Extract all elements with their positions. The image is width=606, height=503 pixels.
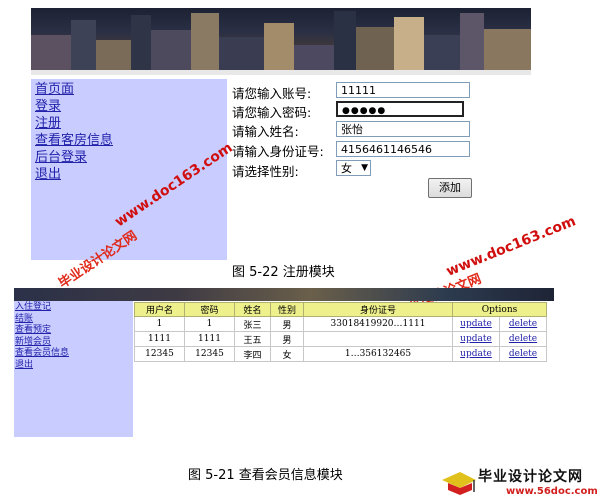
password-field[interactable]: ●●●●● — [336, 101, 464, 117]
cell-username: 1111 — [134, 331, 185, 347]
cell-password: 12345 — [184, 346, 235, 362]
sidebar-item-reservations[interactable]: 查看预定 — [15, 325, 133, 337]
sidebar-item-view-members[interactable]: 查看会员信息 — [15, 348, 133, 360]
figure-caption-register: 图 5-22 注册模块 — [232, 265, 335, 280]
gender-select[interactable]: 女 ▼ — [336, 160, 371, 176]
cell-delete: delete — [499, 346, 547, 362]
sidebar-item-checkin[interactable]: 入住登记 — [15, 302, 133, 314]
cell-id-number: 1…356132465 — [303, 346, 453, 362]
cell-username: 1 — [134, 316, 185, 332]
table-row: 12345 12345 李四 女 1…356132465 update dele… — [134, 346, 547, 362]
cell-id-number: 33018419920…1111 — [303, 316, 453, 332]
watermark-url: www.doc163.com — [444, 213, 578, 280]
register-header-banner — [31, 8, 531, 75]
cell-name: 王五 — [234, 331, 271, 347]
account-field[interactable]: 11111 — [336, 82, 470, 98]
sidebar-item-add-member[interactable]: 新增会员 — [15, 337, 133, 349]
cell-update: update — [452, 316, 500, 332]
name-label: 请输入姓名: — [232, 124, 299, 139]
cell-name: 李四 — [234, 346, 271, 362]
column-header-name: 姓名 — [234, 302, 271, 317]
update-link[interactable]: update — [460, 334, 492, 344]
watermark-en: www.doc163.com — [444, 213, 579, 280]
cell-name: 张三 — [234, 316, 271, 332]
member-table: 用户名 密码 姓名 性别 身份证号 Options 1 1 张三 男 33018… — [134, 302, 547, 362]
password-label: 请您输入密码: — [232, 105, 312, 120]
cell-delete: delete — [499, 331, 547, 347]
chevron-down-icon: ▼ — [361, 163, 368, 173]
cell-password: 1 — [184, 316, 235, 332]
column-header-password: 密码 — [184, 302, 235, 317]
site-logo: 毕业设计论文网 www.56doc.com — [438, 466, 600, 500]
gender-select-value: 女 — [341, 162, 352, 175]
add-button[interactable]: 添加 — [428, 178, 472, 198]
table-row: 1111 1111 王五 男 update delete — [134, 331, 547, 347]
name-field[interactable]: 张怡 — [336, 121, 470, 137]
graduation-cap-icon — [442, 472, 476, 495]
table-row: 1 1 张三 男 33018419920…1111 update delete — [134, 316, 547, 332]
gender-label: 请选择性别: — [232, 164, 299, 179]
cell-username: 12345 — [134, 346, 185, 362]
update-link[interactable]: update — [460, 349, 492, 359]
account-label: 请您输入账号: — [232, 86, 312, 101]
cell-gender: 男 — [270, 316, 304, 332]
cell-delete: delete — [499, 316, 547, 332]
sidebar-item-register[interactable]: 注册 — [35, 115, 227, 132]
column-header-id-number: 身份证号 — [303, 302, 453, 317]
table-header-row: 用户名 密码 姓名 性别 身份证号 Options — [134, 302, 547, 317]
delete-link[interactable]: delete — [509, 334, 537, 344]
cell-update: update — [452, 331, 500, 347]
member-header-banner — [14, 288, 554, 301]
sidebar-item-checkout[interactable]: 结账 — [15, 314, 133, 326]
sidebar-item-home[interactable]: 首页面 — [35, 81, 227, 98]
column-header-options: Options — [452, 302, 547, 317]
cell-gender: 男 — [270, 331, 304, 347]
cell-update: update — [452, 346, 500, 362]
sidebar-item-logout[interactable]: 退出 — [15, 360, 133, 372]
update-link[interactable]: update — [460, 319, 492, 329]
cell-id-number — [303, 331, 453, 347]
id-number-label: 请输入身份证号: — [232, 144, 324, 159]
logo-title: 毕业设计论文网 — [478, 469, 583, 485]
delete-link[interactable]: delete — [509, 349, 537, 359]
sidebar-item-login[interactable]: 登录 — [35, 98, 227, 115]
id-number-field[interactable]: 4156461146546 — [336, 141, 470, 157]
delete-link[interactable]: delete — [509, 319, 537, 329]
cell-gender: 女 — [270, 346, 304, 362]
logo-url: www.56doc.com — [506, 486, 598, 497]
column-header-gender: 性别 — [270, 302, 304, 317]
member-sidebar: 入住登记 结账 查看预定 新增会员 查看会员信息 退出 — [14, 301, 133, 437]
sidebar-item-rooms[interactable]: 查看客房信息 — [35, 132, 227, 149]
cell-password: 1111 — [184, 331, 235, 347]
figure-caption-members: 图 5-21 查看会员信息模块 — [188, 468, 343, 483]
column-header-username: 用户名 — [134, 302, 185, 317]
